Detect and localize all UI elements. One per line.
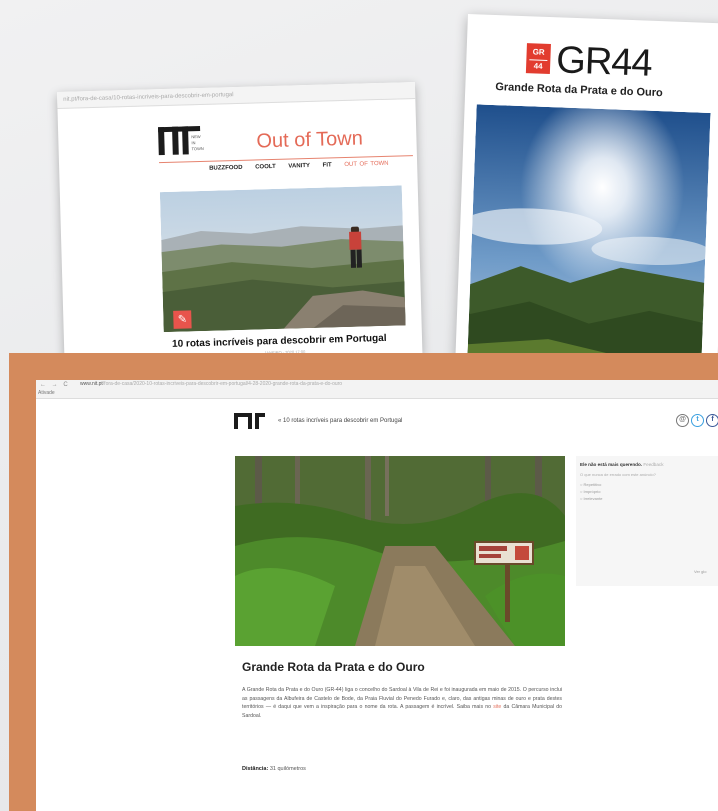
pencil-icon: ✎ [173, 310, 192, 329]
ad-feedback-panel: Ele não está mais querendo. Feedback O q… [576, 456, 718, 586]
distance-value: 31 quilómetros [269, 766, 306, 772]
address-bar[interactable]: www.nit.pt/fora-de-casa/2020-10-rotas-in… [80, 381, 342, 387]
article-title: Grande Rota da Prata e do Ouro [242, 660, 425, 674]
nav-item-buzzfood[interactable]: BUZZFOOD [209, 165, 242, 172]
nav-item-vanity[interactable]: VANITY [288, 163, 310, 170]
gr44-poster: GR 44 GR44 Grande Rota da Prata e do Our… [454, 14, 718, 404]
email-share-icon[interactable]: @ [676, 414, 689, 427]
facebook-share-icon[interactable]: f [706, 414, 718, 427]
nav-item-coolt[interactable]: COOLT [255, 164, 276, 171]
twitter-share-icon[interactable]: t [691, 414, 704, 427]
bookmark-item[interactable]: Ativade [38, 390, 55, 396]
nit-article-screenshot: nit.pt/fora-de-casa/10-rotas-incriveis-p… [57, 82, 423, 364]
article-body: A Grande Rota da Prata e do Ouro (GR-44)… [242, 686, 562, 720]
site-logo[interactable] [234, 413, 265, 429]
badge-text-number: 44 [528, 59, 548, 73]
url-path: /fora-de-casa/2020-10-rotas-incriveis-pa… [102, 381, 343, 387]
url-domain: www.nit.pt [80, 381, 103, 387]
distance-label: Distância: [242, 766, 269, 772]
section-title: Out of Town [256, 127, 364, 153]
feedback-prompt: O que nunca de errado com este anúncio? [580, 472, 656, 477]
hiker-photo[interactable] [159, 185, 406, 333]
article-headline[interactable]: 10 rotas incríveis para descobrir em Por… [172, 333, 387, 350]
browser-window: ← → C www.nit.pt/fora-de-casa/2020-10-ro… [36, 380, 718, 811]
feedback-option[interactable]: ○ Irrelevante [580, 496, 602, 501]
poster-title: GR44 [555, 39, 653, 85]
browser-toolbar: ← → C www.nit.pt/fora-de-casa/2020-10-ro… [36, 380, 718, 399]
nav-item-out-of-town[interactable]: OUT OF TOWN [344, 161, 388, 168]
nav-item-fit[interactable]: FIT [323, 162, 332, 168]
forest-trail-photo [235, 456, 565, 646]
feedback-option[interactable]: ○ Repetitivo [580, 482, 601, 487]
card1-nav: BUZZFOOD COOLT VANITY FIT OUT OF TOWN [209, 160, 399, 172]
browser-nav-icons[interactable]: ← → C [40, 382, 70, 388]
see-more-link[interactable]: Ver glo [694, 569, 706, 574]
logo-text-town: TOWN [191, 145, 204, 152]
gr44-badge: GR 44 [525, 43, 551, 75]
nit-logo: NEW IN TOWN [158, 126, 205, 157]
badge-text-gr: GR [532, 47, 545, 57]
breadcrumb[interactable]: « 10 rotas incríveis para descobrir em P… [278, 418, 402, 424]
card1-url-bar: nit.pt/fora-de-casa/10-rotas-incriveis-p… [57, 82, 416, 109]
feedback-link[interactable]: Feedback [643, 462, 663, 467]
feedback-question: Ele não está mais querendo. Feedback [580, 462, 664, 467]
sky-valley-photo [466, 104, 711, 393]
article-distance: Distância: 31 quilómetros [242, 766, 306, 772]
logo-text-in: IN [191, 140, 196, 146]
logo-text-new: NEW [191, 134, 201, 140]
article-link[interactable]: site [493, 704, 501, 710]
feedback-option[interactable]: ○ Impróprio [580, 489, 600, 494]
